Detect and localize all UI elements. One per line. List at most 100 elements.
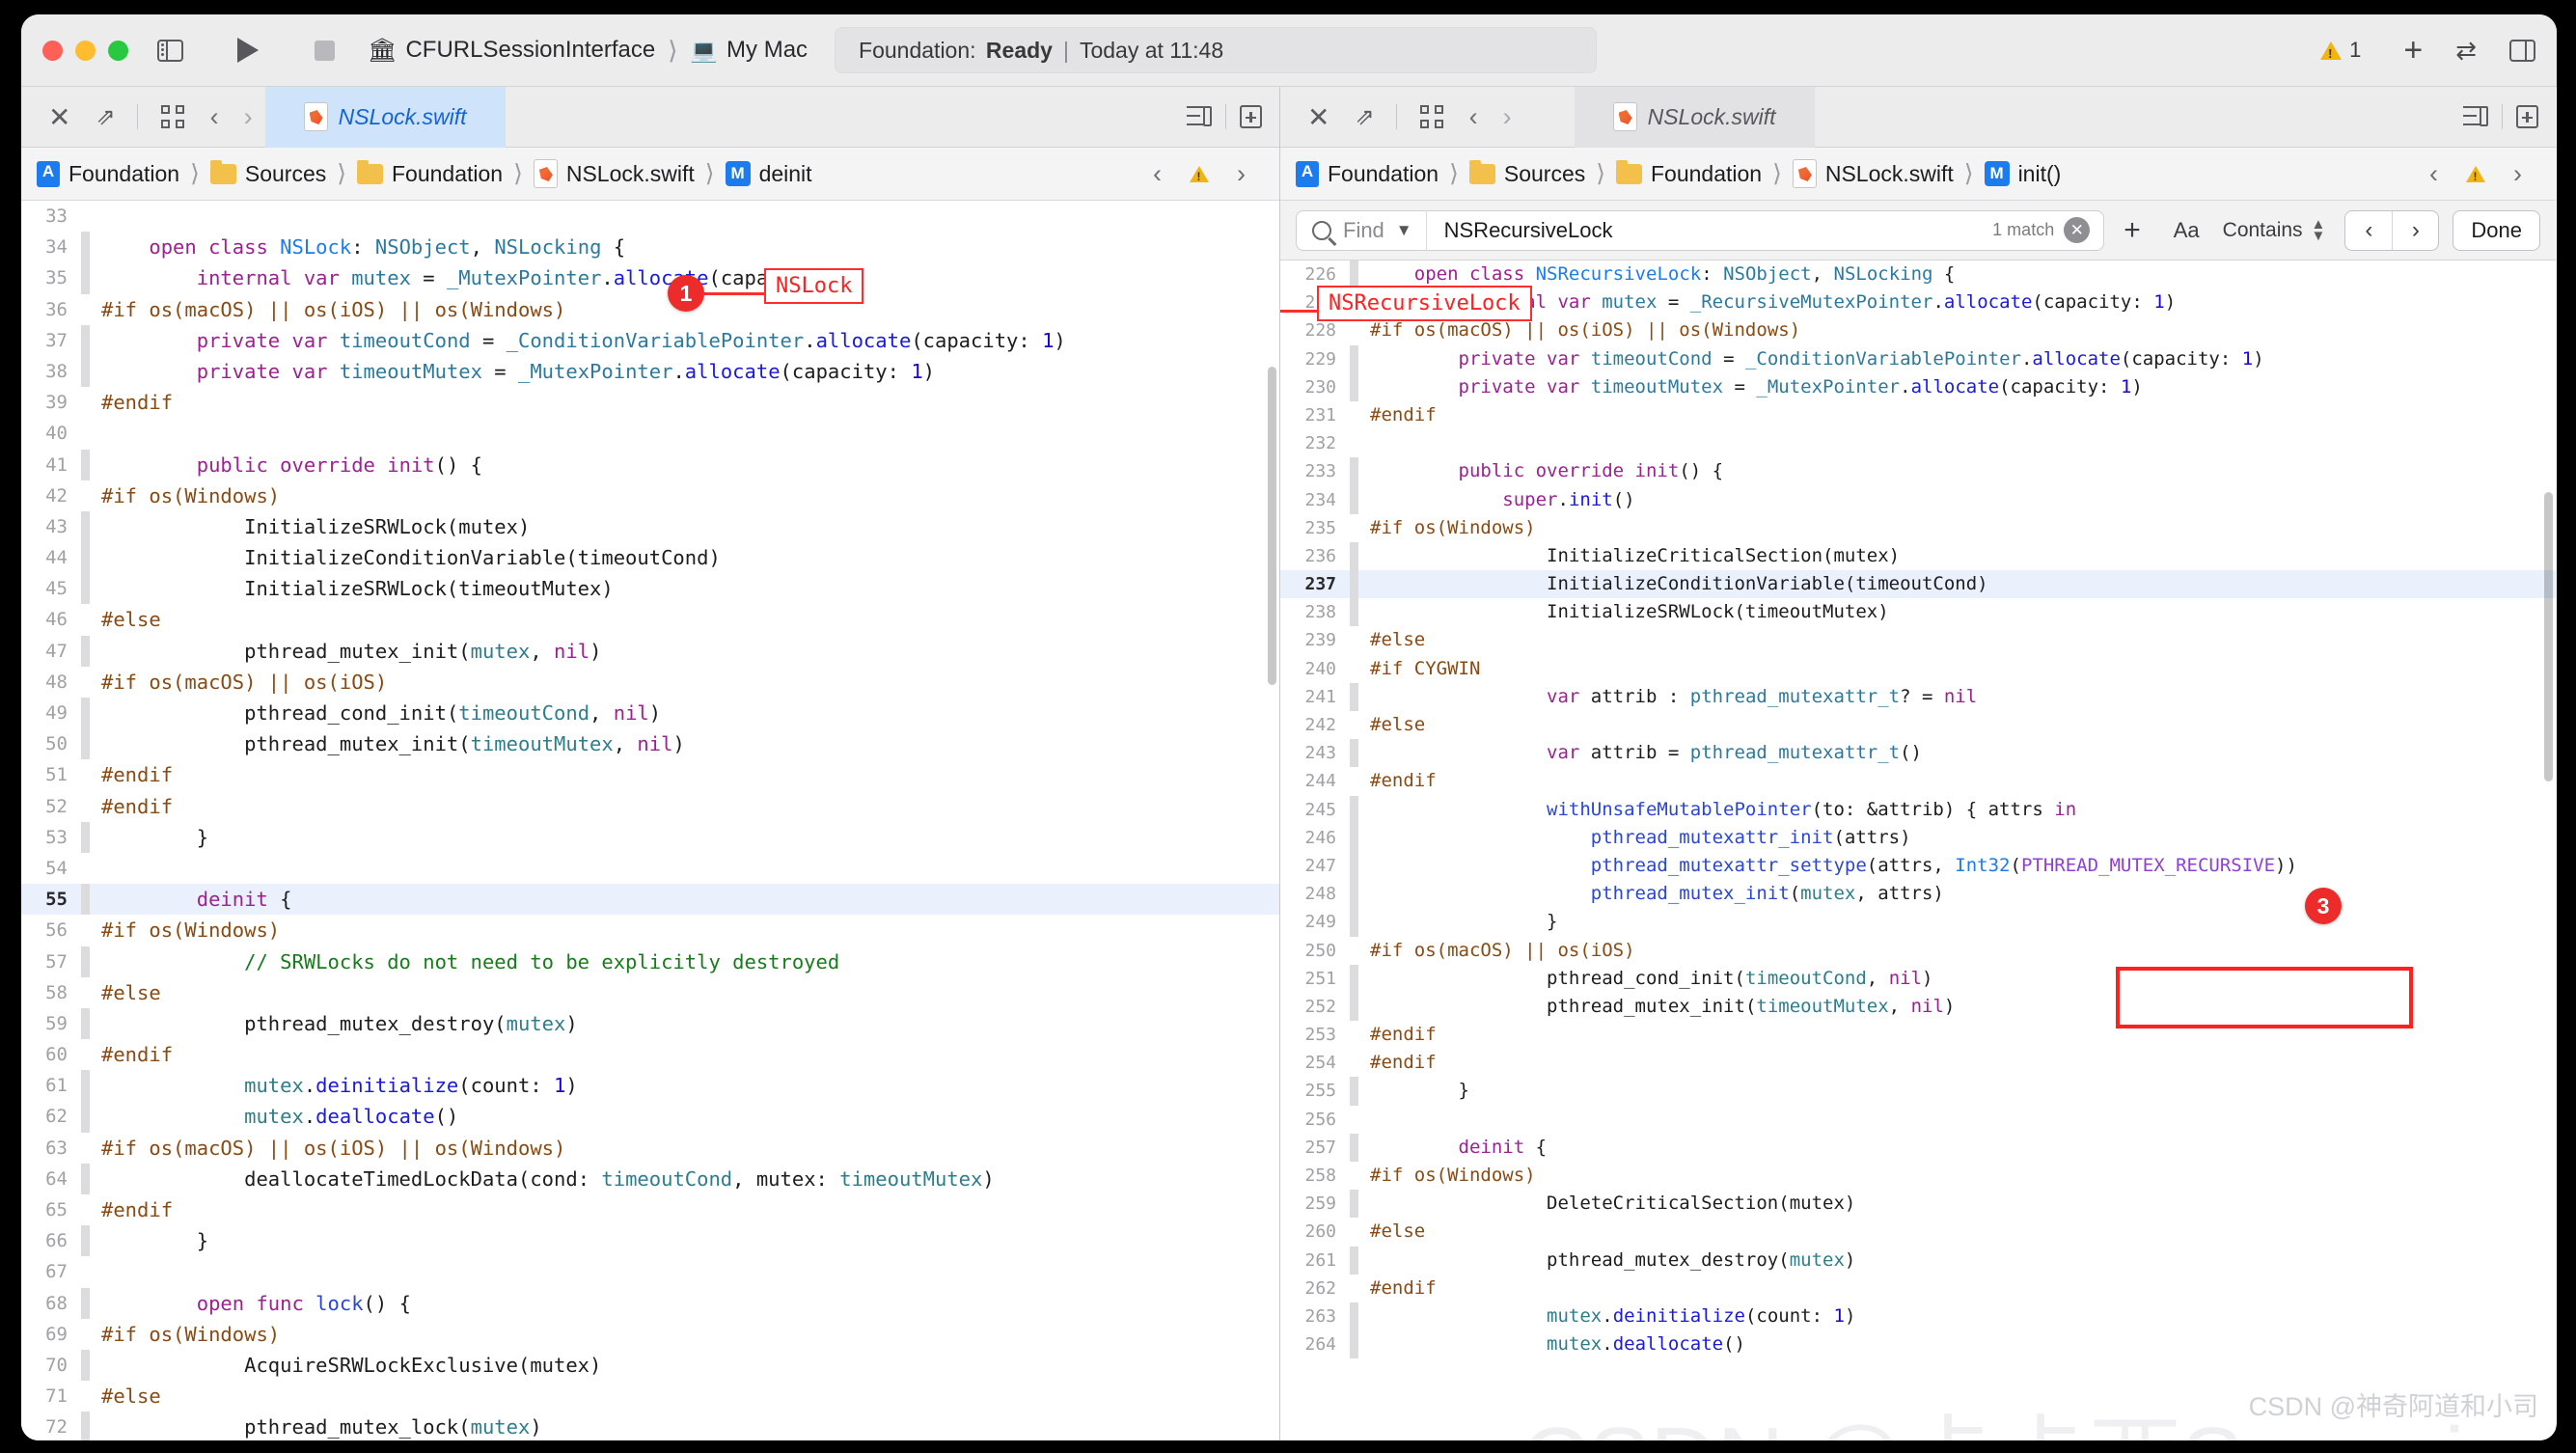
- code-line[interactable]: 242 #else: [1280, 711, 2556, 739]
- code-line[interactable]: 38 private var timeoutMutex = _MutexPoin…: [21, 355, 1279, 388]
- code-line[interactable]: 238 InitializeSRWLock(timeoutMutex): [1280, 598, 2556, 627]
- code-line[interactable]: 48 #if os(macOS) || os(iOS): [21, 667, 1279, 698]
- code-line[interactable]: 51 #endif: [21, 759, 1279, 790]
- activity-status[interactable]: Foundation: Ready | Today at 11:48: [835, 27, 1598, 73]
- code-line[interactable]: 39 #endif: [21, 387, 1279, 418]
- find-scope-selector[interactable]: Contains ▲ ▼: [2213, 217, 2336, 242]
- code-line[interactable]: 68 open func lock() {: [21, 1287, 1279, 1319]
- code-line[interactable]: 235 #if os(Windows): [1280, 514, 2556, 542]
- add-button[interactable]: +: [2403, 34, 2423, 67]
- code-line[interactable]: 52 #endif: [21, 791, 1279, 822]
- toggle-navigator-button[interactable]: [157, 39, 183, 62]
- code-line[interactable]: 258 #if os(Windows): [1280, 1162, 2556, 1190]
- code-line[interactable]: 44 InitializeConditionVariable(timeoutCo…: [21, 542, 1279, 574]
- code-line[interactable]: 246 pthread_mutexattr_init(attrs): [1280, 823, 2556, 852]
- code-line[interactable]: 65 #endif: [21, 1194, 1279, 1225]
- code-line[interactable]: 62 mutex.deallocate(): [21, 1101, 1279, 1133]
- find-next-button[interactable]: ›: [2392, 210, 2438, 250]
- code-line[interactable]: 257 deinit {: [1280, 1133, 2556, 1162]
- nav-back-icon[interactable]: ‹: [1457, 102, 1491, 132]
- next-issue-icon[interactable]: ›: [2501, 159, 2535, 189]
- left-scrollbar[interactable]: [1268, 367, 1276, 685]
- code-line[interactable]: 237 InitializeConditionVariable(timeoutC…: [1280, 570, 2556, 599]
- expand-editor-icon[interactable]: ⇗: [1343, 103, 1385, 131]
- minimap-icon[interactable]: [2463, 106, 2488, 127]
- inspector-icon[interactable]: [2509, 39, 2535, 62]
- code-line[interactable]: 239 #else: [1280, 626, 2556, 654]
- breadcrumb-item-4[interactable]: M deinit: [725, 161, 812, 187]
- swap-editor-button[interactable]: ⇄: [2455, 36, 2477, 66]
- breadcrumb-item-3[interactable]: NSLock.swift: [1792, 159, 1954, 188]
- code-line[interactable]: 226 open class NSRecursiveLock: NSObject…: [1280, 260, 2556, 289]
- code-line[interactable]: 230 private var timeoutMutex = _MutexPoi…: [1280, 372, 2556, 401]
- code-line[interactable]: 53 }: [21, 821, 1279, 853]
- code-line[interactable]: 34 open class NSLock: NSObject, NSLockin…: [21, 232, 1279, 263]
- code-line[interactable]: 42 #if os(Windows): [21, 480, 1279, 511]
- find-nav-group[interactable]: ‹ ›: [2344, 209, 2440, 251]
- code-line[interactable]: 229 private var timeoutCond = _Condition…: [1280, 344, 2556, 373]
- code-line[interactable]: 243 var attrib = pthread_mutexattr_t(): [1280, 739, 2556, 768]
- warning-indicator[interactable]: 1: [2320, 38, 2361, 63]
- code-line[interactable]: 262 #endif: [1280, 1275, 2556, 1302]
- prev-issue-icon[interactable]: ‹: [2417, 159, 2451, 189]
- breadcrumb-item-2[interactable]: Foundation: [1616, 159, 1762, 187]
- nav-forward-icon[interactable]: ›: [232, 102, 265, 132]
- code-line[interactable]: 254 #endif: [1280, 1049, 2556, 1077]
- code-line[interactable]: 60 #endif: [21, 1039, 1279, 1070]
- find-input[interactable]: NSRecursiveLock: [1427, 218, 1993, 243]
- code-line[interactable]: 260 #else: [1280, 1218, 2556, 1246]
- code-line[interactable]: 61 mutex.deinitialize(count: 1): [21, 1070, 1279, 1102]
- run-button[interactable]: [237, 38, 259, 63]
- zoom-button[interactable]: [108, 40, 128, 61]
- close-editor-icon[interactable]: ✕: [35, 101, 84, 133]
- code-line[interactable]: 256: [1280, 1106, 2556, 1134]
- scheme-selector[interactable]: 🏛 CFURLSessionInterface ⟩ 💻 My Mac: [368, 36, 808, 66]
- code-line[interactable]: 41 public override init() {: [21, 449, 1279, 480]
- breadcrumb-item-0[interactable]: Foundation: [37, 160, 179, 187]
- left-tab-nslock-swift[interactable]: NSLock.swift: [264, 87, 506, 148]
- code-line[interactable]: 245 withUnsafeMutablePointer(to: &attrib…: [1280, 795, 2556, 824]
- code-line[interactable]: 59 pthread_mutex_destroy(mutex): [21, 1007, 1279, 1040]
- add-editor-icon[interactable]: [1240, 105, 1262, 128]
- stop-button[interactable]: [315, 40, 335, 61]
- code-line[interactable]: 67: [21, 1256, 1279, 1287]
- code-line[interactable]: 248 pthread_mutex_init(mutex, attrs): [1280, 880, 2556, 909]
- left-code-area[interactable]: 33 34 open class NSLock: NSObject, NSLock…: [21, 201, 1279, 1440]
- breadcrumb-item-2[interactable]: Foundation: [357, 159, 503, 187]
- code-line[interactable]: 35 internal var mutex = _MutexPointer.al…: [21, 262, 1279, 294]
- code-line[interactable]: 46 #else: [21, 604, 1279, 635]
- expand-editor-icon[interactable]: ⇗: [84, 103, 126, 131]
- find-field-group[interactable]: Find ▼ NSRecursiveLock 1 match ✕: [1296, 209, 2105, 251]
- code-line[interactable]: 236 InitializeCriticalSection(mutex): [1280, 541, 2556, 571]
- code-line[interactable]: 259 DeleteCriticalSection(mutex): [1280, 1190, 2556, 1219]
- code-line[interactable]: 37 private var timeoutCond = _ConditionV…: [21, 324, 1279, 356]
- code-line[interactable]: 36 #if os(macOS) || os(iOS) || os(Windows…: [21, 294, 1279, 325]
- nav-forward-icon[interactable]: ›: [1491, 102, 1524, 132]
- code-line[interactable]: 70 AcquireSRWLockExclusive(mutex): [21, 1349, 1279, 1382]
- code-line[interactable]: 240 #if CYGWIN: [1280, 655, 2556, 683]
- right-code-area[interactable]: 226 open class NSRecursiveLock: NSObject…: [1280, 260, 2556, 1440]
- code-line[interactable]: 49 pthread_cond_init(timeoutCond, nil): [21, 698, 1279, 729]
- editor-options-icon[interactable]: [160, 105, 184, 128]
- code-line[interactable]: 50 pthread_mutex_init(timeoutMutex, nil): [21, 728, 1279, 760]
- code-line[interactable]: 71 #else: [21, 1381, 1279, 1412]
- right-tab-nslock-swift[interactable]: NSLock.swift: [1574, 87, 1815, 148]
- code-line[interactable]: 233 public override init() {: [1280, 457, 2556, 486]
- code-line[interactable]: 55 deinit {: [21, 884, 1279, 916]
- find-mode-selector[interactable]: Find ▼: [1297, 218, 1426, 243]
- find-done-button[interactable]: Done: [2453, 209, 2540, 251]
- code-line[interactable]: 232: [1280, 429, 2556, 457]
- code-line[interactable]: 261 pthread_mutex_destroy(mutex): [1280, 1246, 2556, 1275]
- minimap-icon[interactable]: [1187, 106, 1212, 127]
- code-line[interactable]: 69 #if os(Windows): [21, 1319, 1279, 1350]
- right-scrollbar[interactable]: [2544, 492, 2553, 781]
- prev-issue-icon[interactable]: ‹: [1140, 159, 1174, 189]
- code-line[interactable]: 72 pthread_mutex_lock(mutex): [21, 1412, 1279, 1440]
- match-case-button[interactable]: Aa: [2160, 218, 2213, 243]
- code-line[interactable]: 247 pthread_mutexattr_settype(attrs, Int…: [1280, 851, 2556, 881]
- find-prev-button[interactable]: ‹: [2345, 211, 2392, 250]
- close-button[interactable]: [42, 40, 63, 61]
- code-line[interactable]: 63 #if os(macOS) || os(iOS) || os(Windows…: [21, 1133, 1279, 1164]
- close-editor-icon[interactable]: ✕: [1294, 101, 1343, 133]
- editor-options-icon[interactable]: [1419, 105, 1443, 128]
